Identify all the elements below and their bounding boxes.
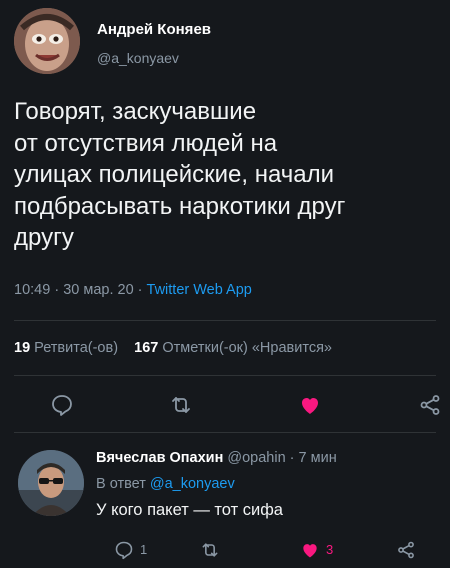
retweets-stat[interactable]: 19 Ретвита(-ов)	[14, 340, 118, 356]
retweets-label: Ретвита(-ов)	[34, 340, 119, 356]
reply-time[interactable]: 7 мин	[299, 450, 337, 466]
author-avatar[interactable]	[14, 8, 80, 74]
reply-author-name[interactable]: Вячеслав Опахин	[96, 450, 223, 466]
reply-text: У кого пакет — тот сифа	[96, 501, 283, 519]
retweet-icon[interactable]	[169, 393, 193, 417]
heart-icon[interactable]	[300, 540, 320, 560]
likes-count: 167	[134, 340, 159, 356]
tweet-text-line: другу	[14, 224, 74, 251]
retweet-icon[interactable]	[200, 540, 220, 560]
heart-icon[interactable]	[298, 393, 322, 417]
comment-icon[interactable]	[50, 393, 74, 417]
divider	[14, 320, 436, 321]
author-name[interactable]: Андрей Коняев	[97, 21, 211, 38]
retweets-count: 19	[14, 340, 31, 356]
tweet-meta: 10:49 · 30 мар. 20 · Twitter Web App	[14, 282, 252, 298]
likes-stat[interactable]: 167 Отметки(-ок) «Нравится»	[134, 340, 332, 356]
avatar-photo-image	[18, 450, 84, 516]
reply-to-prefix: В ответ	[96, 476, 146, 492]
divider	[14, 375, 436, 376]
author-handle[interactable]: @a_konyaev	[97, 50, 179, 66]
tweet-text-line: улицах полицейские, начали	[14, 161, 335, 188]
tweet-time[interactable]: 10:49	[14, 282, 50, 298]
likes-label: Отметки(-ок) «Нравится»	[162, 340, 332, 356]
tweet-text-line: от отсутствия людей на	[14, 129, 278, 157]
reply-to: В ответ @a_konyaev	[96, 476, 235, 492]
reply-author-avatar[interactable]	[18, 450, 84, 516]
tweet-text: Говорят, заскучавшие от отсутствия людей…	[14, 96, 439, 254]
comment-icon[interactable]	[114, 540, 134, 560]
share-icon[interactable]	[418, 393, 442, 417]
tweet-stats: 19 Ретвита(-ов) 167 Отметки(-ок) «Нравит…	[14, 340, 332, 356]
reply-like-count: 3	[326, 542, 334, 557]
share-icon[interactable]	[396, 540, 416, 560]
avatar-face-image	[14, 8, 80, 74]
tweet-app[interactable]: Twitter Web App	[147, 282, 252, 298]
divider	[14, 432, 436, 433]
reply-header: Вячеслав Опахин @opahin · 7 мин	[96, 450, 337, 466]
meta-separator: ·	[289, 450, 299, 466]
reply-author-handle[interactable]: @opahin	[227, 450, 285, 466]
reply-comment-count: 1	[140, 542, 148, 557]
tweet-text-line: Говорят, заскучавшие	[14, 98, 257, 125]
tweet-date[interactable]: 30 мар. 20	[63, 282, 133, 298]
tweet-text-line: подбрасывать наркотики друг	[14, 192, 346, 220]
meta-separator: ·	[137, 282, 147, 298]
meta-separator: ·	[54, 282, 64, 298]
reply-to-mention[interactable]: @a_konyaev	[150, 476, 235, 492]
